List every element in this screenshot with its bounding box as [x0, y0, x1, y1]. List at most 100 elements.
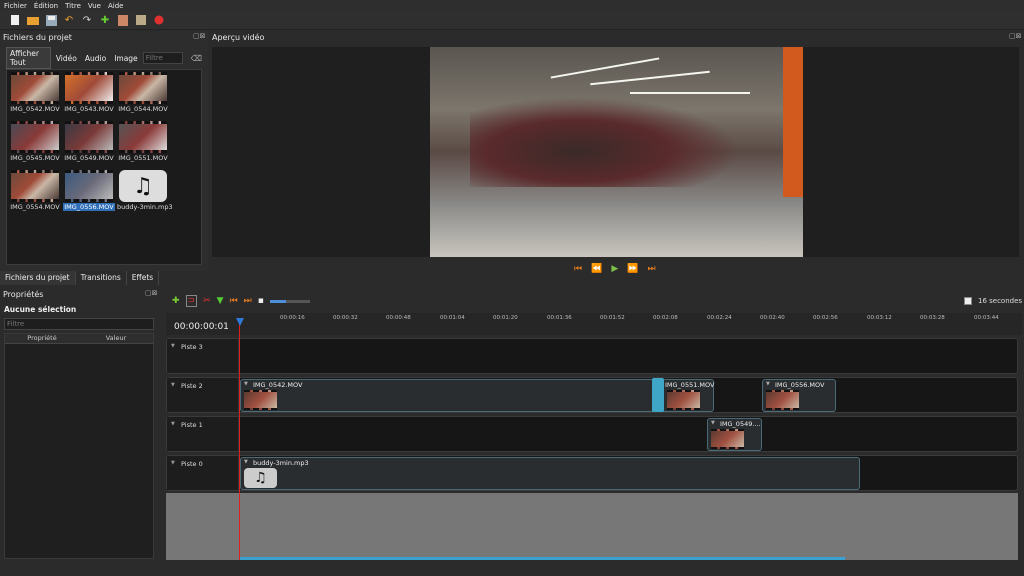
files-grid: IMG_0542.MOV IMG_0543.MOV IMG_0544.MOV I…: [6, 69, 202, 265]
files-filter-input[interactable]: [142, 52, 183, 64]
column-header-property[interactable]: Propriété: [5, 334, 79, 343]
menu-titre[interactable]: Titre: [65, 2, 81, 10]
playhead-line: [239, 320, 240, 560]
filter-video[interactable]: Vidéo: [53, 53, 80, 64]
jump-end-icon[interactable]: ⏭: [647, 264, 655, 274]
track-piste-3[interactable]: ▼ Piste 3: [166, 338, 1018, 374]
play-icon[interactable]: ▶: [611, 264, 618, 274]
clear-filter-icon[interactable]: ⌫: [191, 54, 202, 63]
fullscreen-icon[interactable]: [134, 13, 148, 27]
previous-marker-icon[interactable]: ⏮: [230, 296, 238, 306]
list-item[interactable]: IMG_0544.MOV: [117, 72, 169, 118]
ruler-tick: 00:03:44: [974, 315, 999, 321]
timeline-ruler[interactable]: 00:00:16 00:00:32 00:00:48 00:01:04 00:0…: [166, 313, 1022, 335]
ruler-tick: 00:02:08: [653, 315, 678, 321]
playhead-handle[interactable]: [236, 318, 244, 326]
selection-label: Aucune sélection: [4, 305, 77, 314]
list-item[interactable]: IMG_0545.MOV: [9, 121, 61, 167]
preview-title: Aperçu vidéo: [212, 33, 265, 42]
properties-title: Propriétés: [3, 290, 44, 299]
tab-effects[interactable]: Effets: [127, 271, 160, 285]
music-note-icon: ♫: [119, 170, 167, 202]
zoom-in-icon[interactable]: [964, 297, 972, 305]
clip-img-0542[interactable]: ▼ IMG_0542.MOV: [240, 379, 660, 412]
clip-img-0549[interactable]: ▼ IMG_0549....: [707, 418, 762, 451]
fast-forward-icon[interactable]: ⏩: [627, 264, 638, 274]
zoom-slider[interactable]: [269, 299, 310, 303]
redo-icon[interactable]: ↷: [80, 13, 94, 27]
music-note-icon: ♫: [244, 468, 277, 488]
list-item[interactable]: IMG_0542.MOV: [9, 72, 61, 118]
ruler-tick: 00:02:56: [813, 315, 838, 321]
add-marker-icon[interactable]: ▼: [217, 296, 224, 306]
new-project-icon[interactable]: [8, 13, 22, 27]
add-track-icon[interactable]: ✚: [172, 296, 180, 306]
clip-buddy-3min[interactable]: ▼ buddy-3min.mp3 ♫: [240, 457, 860, 490]
zoom-out-icon[interactable]: ▪: [258, 296, 264, 306]
ruler-tick: 00:02:24: [707, 315, 732, 321]
ruler-tick: 00:02:40: [760, 315, 785, 321]
dock-buttons[interactable]: ▢⊠: [193, 32, 205, 40]
file-filter-bar: Afficher Tout Vidéo Audio Image ⌫: [6, 47, 202, 69]
next-marker-icon[interactable]: ⏭: [244, 296, 252, 306]
ruler-tick: 00:03:12: [867, 315, 892, 321]
list-item[interactable]: IMG_0556.MOV: [63, 170, 115, 216]
undo-icon[interactable]: ↶: [62, 13, 76, 27]
menu-aide[interactable]: Aide: [108, 2, 123, 10]
tab-project-files[interactable]: Fichiers du projet: [0, 271, 76, 285]
timeline-empty-area: [166, 493, 1018, 560]
clip-img-0556[interactable]: ▼ IMG_0556.MOV: [762, 379, 836, 412]
menu-bar: Fichier Édition Titre Vue Aide: [0, 0, 1024, 11]
list-item[interactable]: IMG_0554.MOV: [9, 170, 61, 216]
status-bar: [0, 562, 1024, 576]
zoom-duration-label: 16 secondes: [978, 297, 1023, 305]
list-item[interactable]: ♫ buddy-3min.mp3: [117, 170, 173, 216]
properties-filter-input[interactable]: [4, 318, 154, 330]
track-label: Piste 2: [181, 382, 203, 390]
left-dock-tabs: Fichiers du projet Transitions Effets: [0, 271, 208, 285]
rewind-icon[interactable]: ⏪: [591, 264, 602, 274]
transition-marker[interactable]: [652, 378, 664, 412]
menu-vue[interactable]: Vue: [88, 2, 101, 10]
jump-start-icon[interactable]: ⏮: [574, 264, 582, 274]
panel-title: Fichiers du projet: [3, 33, 72, 42]
main-toolbar: ↶ ↷ ✚: [0, 11, 1024, 30]
choose-profile-icon[interactable]: [116, 13, 130, 27]
import-files-icon[interactable]: ✚: [98, 13, 112, 27]
track-piste-0[interactable]: ▼ Piste 0 ▼ buddy-3min.mp3 ♫: [166, 455, 1018, 491]
playback-controls: ⏮ ⏪ ▶ ⏩ ⏭: [574, 263, 660, 275]
ruler-tick: 00:00:32: [333, 315, 358, 321]
ruler-tick: 00:01:20: [493, 315, 518, 321]
filter-show-all[interactable]: Afficher Tout: [6, 47, 51, 69]
ruler-tick: 00:01:36: [547, 315, 572, 321]
timeline-scrollbar[interactable]: [240, 557, 845, 560]
open-project-icon[interactable]: [26, 13, 40, 27]
preview-dock-buttons[interactable]: ▢⊠: [1009, 32, 1021, 40]
snapping-icon[interactable]: ⊃: [185, 295, 198, 307]
list-item[interactable]: IMG_0543.MOV: [63, 72, 115, 118]
properties-dock-buttons[interactable]: ▢⊠: [145, 289, 157, 297]
menu-edition[interactable]: Édition: [34, 2, 58, 10]
properties-table: Propriété Valeur: [4, 333, 154, 559]
track-piste-1[interactable]: ▼ Piste 1 ▼ IMG_0549....: [166, 416, 1018, 452]
ruler-tick: 00:01:04: [440, 315, 465, 321]
column-header-value[interactable]: Valeur: [79, 334, 153, 343]
video-frame: [430, 47, 803, 257]
ruler-tick: 00:00:48: [386, 315, 411, 321]
list-item[interactable]: IMG_0549.MOV: [63, 121, 115, 167]
menu-fichier[interactable]: Fichier: [4, 2, 27, 10]
save-project-icon[interactable]: [44, 13, 58, 27]
export-video-icon[interactable]: [152, 13, 166, 27]
filter-image[interactable]: Image: [111, 53, 141, 64]
track-label: Piste 3: [181, 343, 203, 351]
timeline-toolbar: ✚ ⊃ ✂ ▼ ⏮ ⏭ ▪: [166, 294, 1022, 308]
ruler-tick: 00:01:52: [600, 315, 625, 321]
track-label: Piste 0: [181, 460, 203, 468]
tab-transitions[interactable]: Transitions: [76, 271, 127, 285]
ruler-tick: 00:00:16: [280, 315, 305, 321]
razor-icon[interactable]: ✂: [203, 296, 211, 306]
filter-audio[interactable]: Audio: [82, 53, 109, 64]
ruler-tick: 00:03:28: [920, 315, 945, 321]
track-piste-2[interactable]: ▼Piste 2 ▼IMG_0542.MOV ▼IMG_0551.MOV ▼IM…: [166, 377, 1018, 413]
list-item[interactable]: IMG_0551.MOV: [117, 121, 169, 167]
